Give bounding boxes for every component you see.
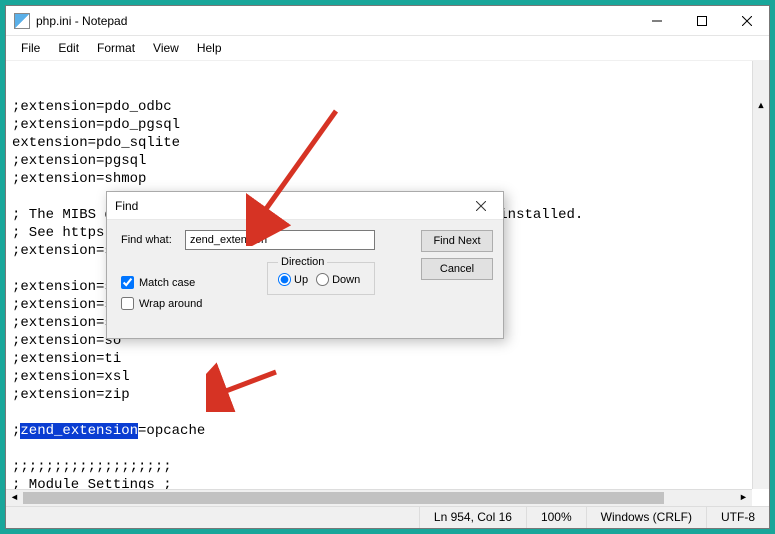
horizontal-scrollbar[interactable]: ◂ ▸ [6, 489, 752, 506]
menu-edit[interactable]: Edit [51, 39, 86, 57]
statusbar: Ln 954, Col 16 100% Windows (CRLF) UTF-8 [6, 506, 769, 528]
scroll-right-icon[interactable]: ▸ [735, 490, 752, 507]
status-zoom: 100% [526, 507, 586, 528]
close-button[interactable] [724, 6, 769, 35]
menu-view[interactable]: View [146, 39, 186, 57]
menu-format[interactable]: Format [90, 39, 142, 57]
find-dialog-title: Find [115, 199, 138, 213]
window-title: php.ini - Notepad [36, 14, 634, 28]
wrap-around-checkbox[interactable]: Wrap around [121, 297, 202, 310]
menu-help[interactable]: Help [190, 39, 229, 57]
cancel-button[interactable]: Cancel [421, 258, 493, 280]
maximize-button[interactable] [679, 6, 724, 35]
find-input[interactable] [185, 230, 375, 250]
status-lineending: Windows (CRLF) [586, 507, 706, 528]
scroll-up-icon[interactable]: ▴ [753, 97, 769, 114]
minimize-button[interactable] [634, 6, 679, 35]
match-case-checkbox[interactable]: Match case [121, 276, 202, 289]
menubar: File Edit Format View Help [6, 36, 769, 60]
direction-up-radio[interactable]: Up [278, 273, 308, 286]
find-dialog: Find Find what: Find Next Cancel Directi… [106, 191, 504, 339]
notepad-window: php.ini - Notepad File Edit Format View … [5, 5, 770, 529]
editor-highlight: zend_extension [20, 423, 138, 439]
titlebar: php.ini - Notepad [6, 6, 769, 36]
notepad-icon [14, 13, 30, 29]
vertical-scrollbar[interactable]: ▴ [752, 61, 769, 489]
status-position: Ln 954, Col 16 [419, 507, 526, 528]
direction-label: Direction [278, 256, 327, 268]
scroll-thumb[interactable] [23, 492, 664, 504]
find-dialog-titlebar: Find [107, 192, 503, 220]
menu-file[interactable]: File [14, 39, 47, 57]
find-next-button[interactable]: Find Next [421, 230, 493, 252]
direction-down-radio[interactable]: Down [316, 273, 360, 286]
status-encoding: UTF-8 [706, 507, 769, 528]
direction-group: Direction Up Down [267, 262, 375, 295]
find-what-label: Find what: [121, 234, 177, 246]
find-close-button[interactable] [467, 192, 495, 220]
scroll-left-icon[interactable]: ◂ [6, 490, 23, 507]
